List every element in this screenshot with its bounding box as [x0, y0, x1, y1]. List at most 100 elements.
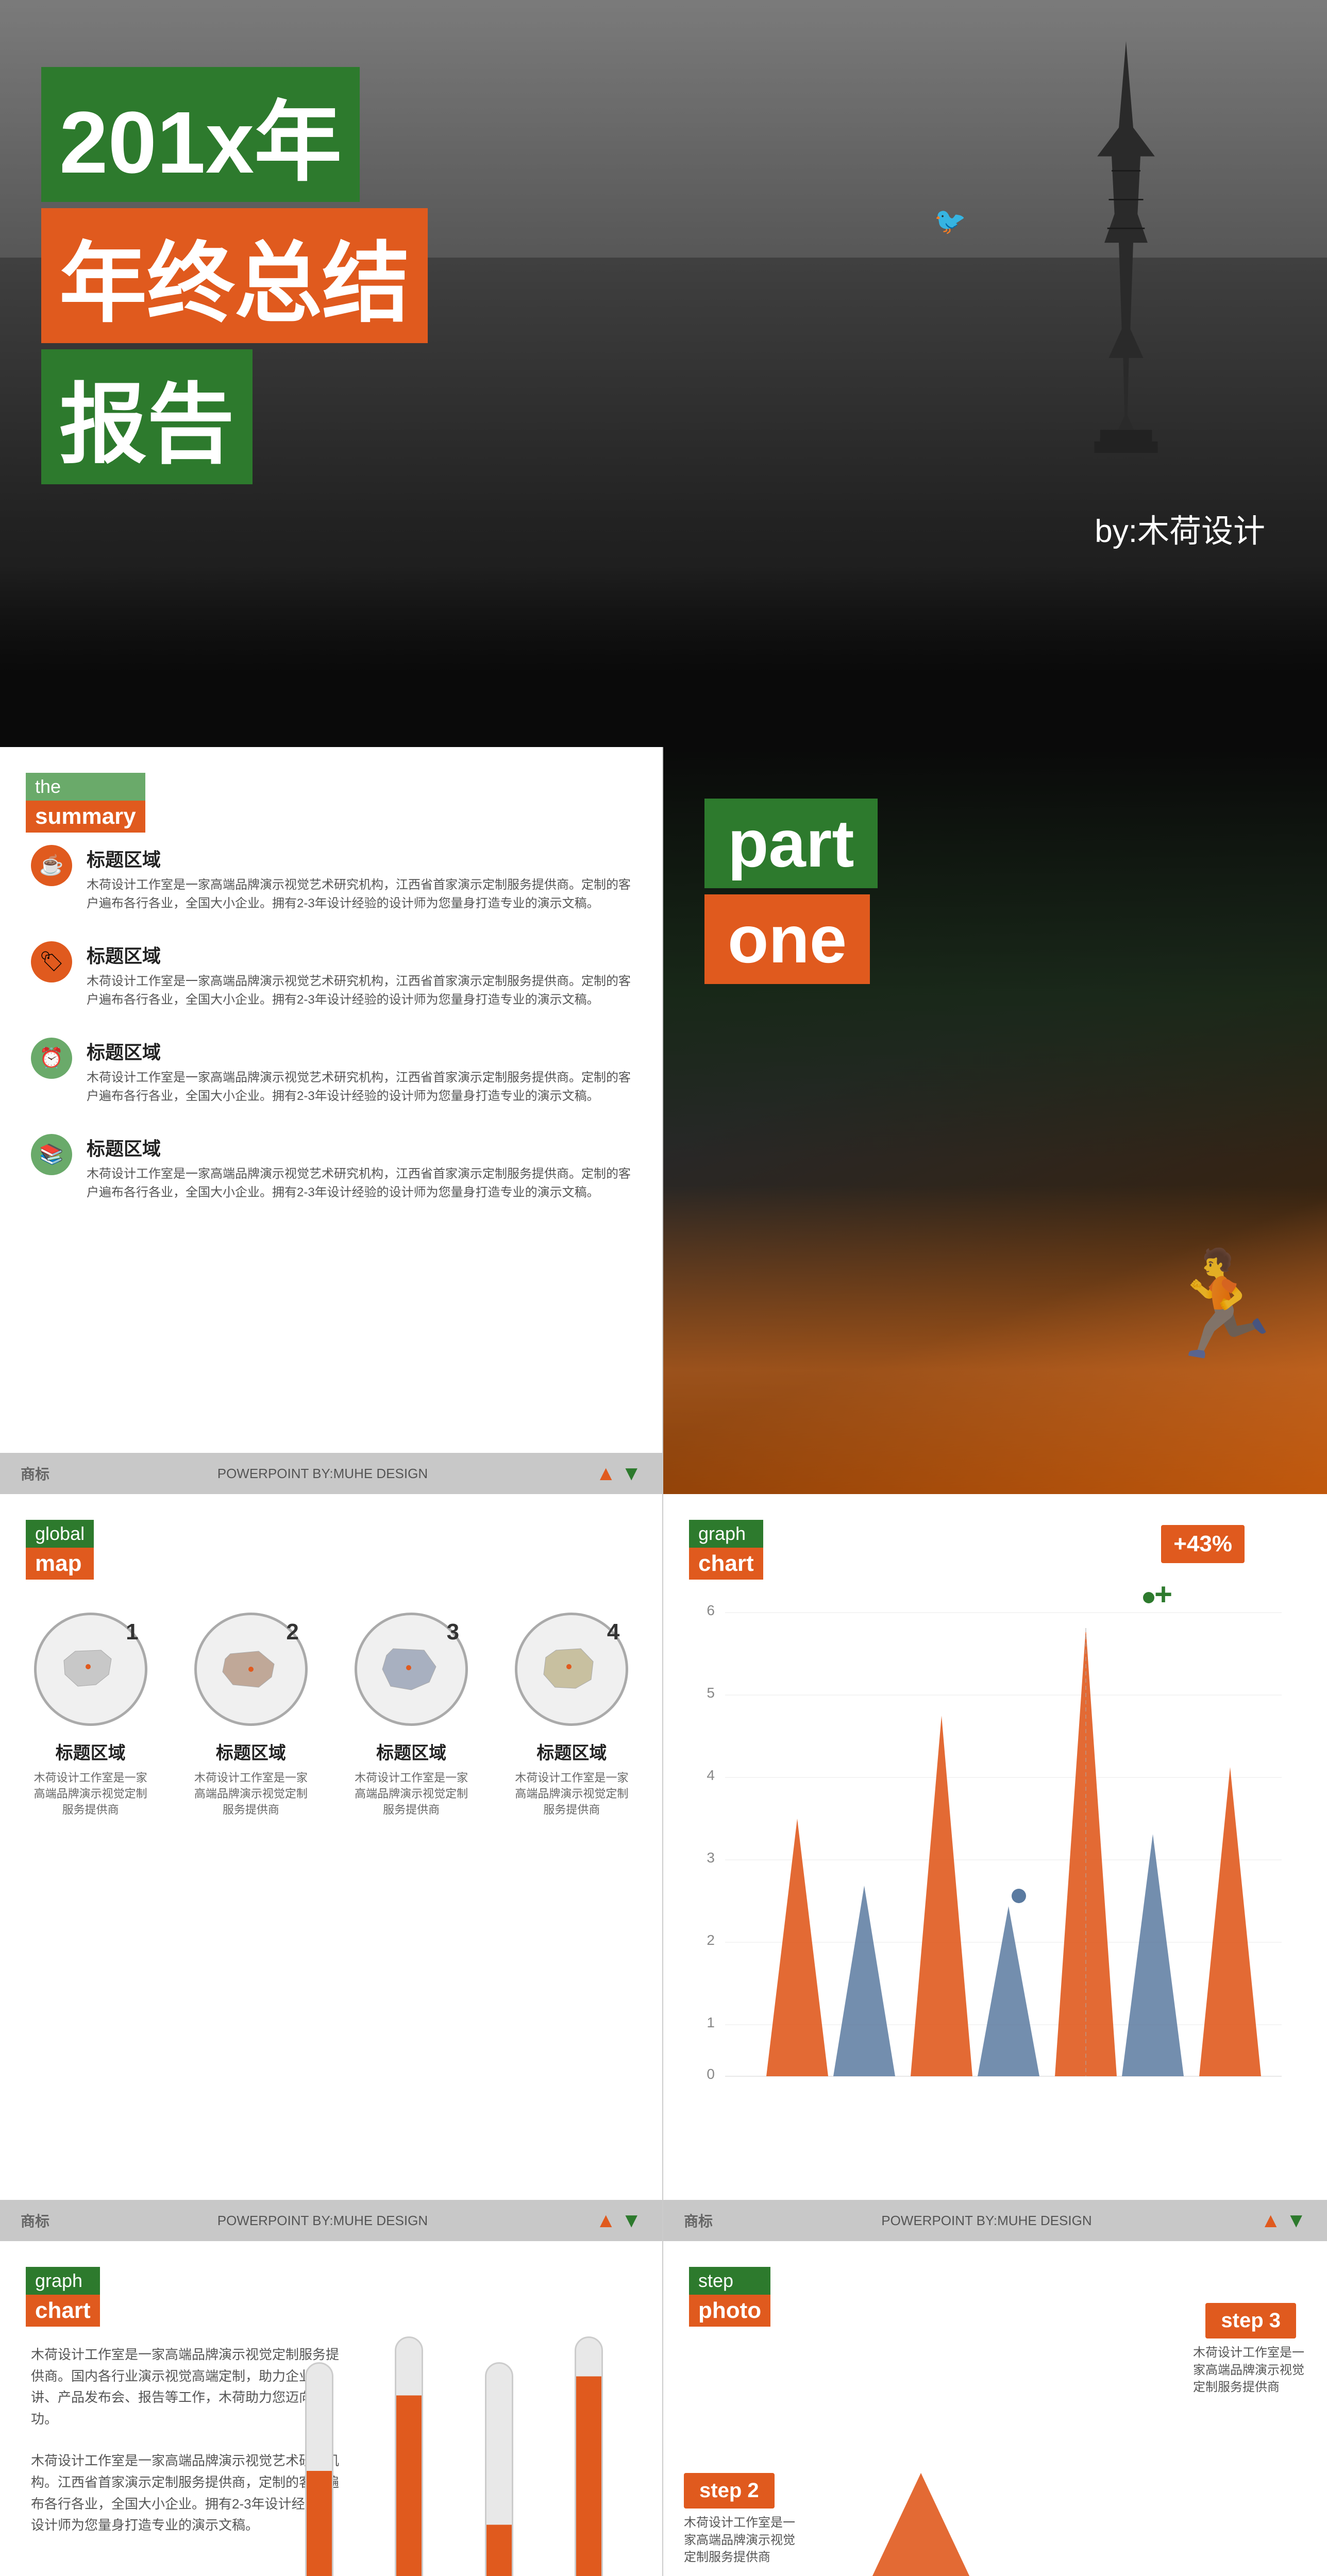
bar-chart: 6 5 4 3 2 1 0	[694, 1587, 1292, 2128]
item-icon-2: 🏷	[31, 941, 72, 982]
cover-title-block: 201x年 年终总结 报告	[41, 67, 428, 484]
arrow-up-icon-2[interactable]: ▲	[596, 2209, 616, 2232]
svg-text:3: 3	[707, 1850, 715, 1866]
tag-summary: summary	[26, 801, 145, 833]
item-content-4: 标题区域 木荷设计工作室是一家高端品牌演示视觉艺术研究机构，江西省首家演示定制服…	[87, 1134, 631, 1202]
footer-logo-3: 商标	[684, 2210, 713, 2231]
svg-text:0: 0	[707, 2066, 715, 2082]
cover-line2: 年终总结	[41, 208, 428, 343]
map-shape-4	[541, 1646, 602, 1692]
svg-text:6: 6	[707, 1602, 715, 1618]
footer-logo-2: 商标	[21, 2210, 49, 2231]
step3-badge: step 3	[1205, 2303, 1296, 2338]
footer-arrows-2: ▲ ▼	[596, 2209, 642, 2232]
arrow-up-icon-3[interactable]: ▲	[1261, 2209, 1281, 2232]
thermo-2: 第二期	[377, 2336, 441, 2576]
item-title-1: 标题区域	[87, 845, 631, 872]
tag-step: step	[689, 2267, 770, 2295]
step3-desc: 木荷设计工作室是一家高端品牌演示视觉定制服务提供商	[1193, 2344, 1306, 2396]
circle-num-3: 3	[447, 1619, 459, 1645]
map-item-desc-2: 木荷设计工作室是一家高端品牌演示视觉定制服务提供商	[189, 1770, 313, 1818]
summary-item-2: 🏷 标题区域 木荷设计工作室是一家高端品牌演示视觉艺术研究机构，江西省首家演示定…	[31, 941, 631, 1009]
map-item-title-4: 标题区域	[536, 1739, 607, 1764]
item-icon-3: ⏰	[31, 1038, 72, 1079]
cover-slide: 🐦 201x年 年终总结 报告 by:木荷设计	[0, 0, 1327, 747]
arrow-up-icon[interactable]: ▲	[596, 1462, 616, 1485]
svg-text:5: 5	[707, 1685, 715, 1701]
summary-item-3: ⏰ 标题区域 木荷设计工作室是一家高端品牌演示视觉艺术研究机构，江西省首家演示定…	[31, 1038, 631, 1106]
map-item-desc-1: 木荷设计工作室是一家高端品牌演示视觉定制服务提供商	[29, 1770, 153, 1818]
map-item-title-2: 标题区域	[216, 1739, 286, 1764]
map-circle-frame-4: 4	[515, 1613, 628, 1726]
chart2-tag: graph chart	[26, 2267, 100, 2327]
item-icon-4: 📚	[31, 1134, 72, 1175]
percent-badge: +43%	[1161, 1525, 1245, 1563]
footer-logo: 商标	[21, 1463, 49, 1484]
map-item-title-1: 标题区域	[56, 1739, 126, 1764]
arrow-down-icon[interactable]: ▼	[621, 1462, 642, 1485]
partone-label: part one	[704, 799, 878, 984]
tag-global: global	[26, 1520, 94, 1548]
bird-icon: 🐦	[934, 206, 966, 236]
svg-text:4: 4	[707, 1767, 715, 1783]
summary-tag: the summary	[26, 773, 145, 833]
item-title-2: 标题区域	[87, 941, 631, 968]
thermo-tube-2	[395, 2336, 423, 2576]
chart-footer: 商标 POWERPOINT BY:MUHE DESIGN ▲ ▼	[663, 2200, 1327, 2241]
map-circle-3: 3 标题区域 木荷设计工作室是一家高端品牌演示视觉定制服务提供商	[349, 1613, 473, 1818]
map-footer: 商标 POWERPOINT BY:MUHE DESIGN ▲ ▼	[0, 2200, 662, 2241]
graphchart2-slide: graph chart 木荷设计工作室是一家高端品牌演示视觉定制服务提供商。国内…	[0, 2241, 663, 2576]
graphchart-slide: graph chart +43% + 6 5 4 3 2 1 0	[663, 1494, 1327, 2241]
circle-num-1: 1	[126, 1619, 138, 1645]
crowd-silhouette	[0, 567, 1327, 747]
footer-arrows: ▲ ▼	[596, 1462, 642, 1485]
svg-text:2: 2	[707, 1932, 715, 1948]
map-item-desc-3: 木荷设计工作室是一家高端品牌演示视觉定制服务提供商	[349, 1770, 473, 1818]
thermo-tube-1	[305, 2362, 333, 2576]
map-circle-4: 4 标题区域 木荷设计工作室是一家高端品牌演示视觉定制服务提供商	[510, 1613, 633, 1818]
map-circle-frame-1: 1	[34, 1613, 147, 1726]
summary-footer: 商标 POWERPOINT BY:MUHE DESIGN ▲ ▼	[0, 1453, 662, 1494]
footer-text: POWERPOINT BY:MUHE DESIGN	[217, 1466, 428, 1482]
partone-slide: 🏃 part one	[663, 747, 1327, 1494]
map-tag: global map	[26, 1520, 94, 1580]
step-tag: step photo	[689, 2267, 770, 2327]
step3-label: step 3	[1221, 2309, 1281, 2332]
one-text: one	[704, 894, 870, 984]
item-content-1: 标题区域 木荷设计工作室是一家高端品牌演示视觉艺术研究机构，江西省首家演示定制服…	[87, 845, 631, 913]
row-3: global map 1 标题区域 木荷设计工作室是一家高端品牌演示视觉定制服务…	[0, 1494, 1327, 2241]
row-4: graph chart 木荷设计工作室是一家高端品牌演示视觉定制服务提供商。国内…	[0, 2241, 1327, 2576]
tag-graph: graph	[689, 1520, 763, 1548]
stepphoto-slide: step photo $18 790 000 $102 000 $17 step…	[663, 2241, 1327, 2576]
step2-desc: 木荷设计工作室是一家高端品牌演示视觉定制服务提供商	[684, 2514, 797, 2566]
tag-chart: chart	[689, 1548, 763, 1580]
chart-tag: graph chart	[689, 1520, 763, 1580]
item-title-4: 标题区域	[87, 1134, 631, 1161]
map-circle-frame-2: 2	[194, 1613, 308, 1726]
cover-line3: 报告	[41, 349, 253, 484]
map-item-title-3: 标题区域	[376, 1739, 446, 1764]
item-desc-3: 木荷设计工作室是一家高端品牌演示视觉艺术研究机构，江西省首家演示定制服务提供商。…	[87, 1069, 631, 1106]
map-shape-3	[380, 1646, 442, 1692]
map-shape-1	[60, 1646, 122, 1692]
item-content-2: 标题区域 木荷设计工作室是一家高端品牌演示视觉艺术研究机构，江西省首家演示定制服…	[87, 941, 631, 1009]
step2-label: step 2	[699, 2479, 759, 2502]
cover-byline: by:木荷设计	[1095, 505, 1265, 551]
thermo-4: 第四期	[557, 2336, 621, 2576]
thermo-1: 第一期	[287, 2362, 351, 2576]
map-shape-2	[220, 1646, 282, 1692]
tag-chart-2: chart	[26, 2295, 100, 2327]
map-circle-2: 2 标题区域 木荷设计工作室是一家高端品牌演示视觉定制服务提供商	[189, 1613, 313, 1818]
item-desc-1: 木荷设计工作室是一家高端品牌演示视觉艺术研究机构，江西省首家演示定制服务提供商。…	[87, 876, 631, 913]
item-icon-1: ☕	[31, 845, 72, 886]
row-2: the summary ☕ 标题区域 木荷设计工作室是一家高端品牌演示视觉艺术研…	[0, 747, 1327, 1494]
tag-map: map	[26, 1548, 94, 1580]
arrow-down-icon-2[interactable]: ▼	[621, 2209, 642, 2232]
item-desc-2: 木荷设计工作室是一家高端品牌演示视觉艺术研究机构，江西省首家演示定制服务提供商。…	[87, 972, 631, 1009]
footer-text-2: POWERPOINT BY:MUHE DESIGN	[217, 2213, 428, 2229]
circle-num-4: 4	[607, 1619, 619, 1645]
eiffel-tower-icon	[1054, 41, 1198, 531]
arrow-down-icon-3[interactable]: ▼	[1286, 2209, 1306, 2232]
map-circles-container: 1 标题区域 木荷设计工作室是一家高端品牌演示视觉定制服务提供商 2	[10, 1613, 652, 1818]
map-item-desc-4: 木荷设计工作室是一家高端品牌演示视觉定制服务提供商	[510, 1770, 633, 1818]
